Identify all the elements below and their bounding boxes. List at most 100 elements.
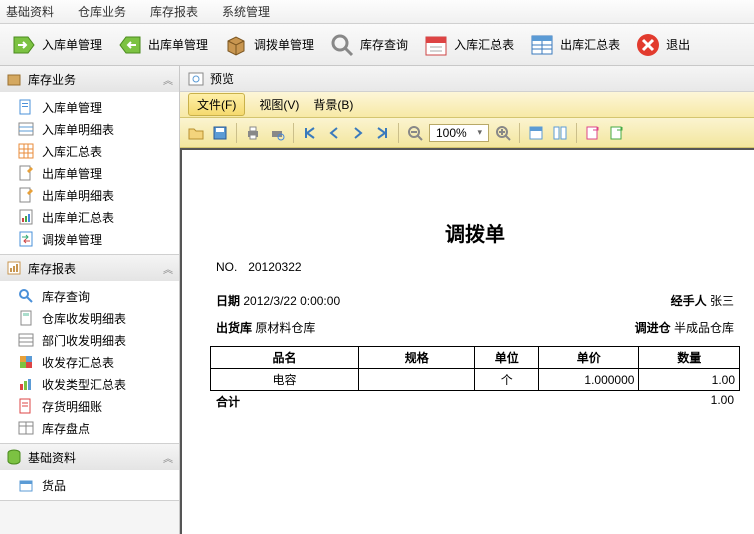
panel-header-basic[interactable]: 基础资料 ︽ bbox=[0, 444, 179, 470]
first-page-button[interactable] bbox=[300, 123, 320, 143]
print-preview-button[interactable] bbox=[267, 123, 287, 143]
layout-button[interactable] bbox=[526, 123, 546, 143]
zoom-in-button[interactable] bbox=[493, 123, 513, 143]
th: 规格 bbox=[359, 347, 475, 369]
preview-toolbar: 100%▾ bbox=[180, 118, 754, 148]
doc-edit-icon bbox=[18, 165, 34, 181]
doc-edit-icon bbox=[18, 187, 34, 203]
label: 调拨单管理 bbox=[254, 36, 314, 53]
panel-header-reports[interactable]: 库存报表 ︽ bbox=[0, 255, 179, 281]
menu-view[interactable]: 视图(V) bbox=[259, 96, 299, 113]
columns-button[interactable] bbox=[550, 123, 570, 143]
last-page-button[interactable] bbox=[372, 123, 392, 143]
menu-file[interactable]: 文件(F) bbox=[188, 93, 245, 116]
save-button[interactable] bbox=[210, 123, 230, 143]
preview-tab[interactable]: 预览 bbox=[180, 66, 754, 92]
report-icon bbox=[6, 260, 22, 276]
doc-table: 品名 规格 单位 单价 数量 电容 个 1.000000 1.00 bbox=[210, 346, 740, 391]
menu-item[interactable]: 基础资料 bbox=[6, 3, 54, 20]
doc-title: 调拨单 bbox=[210, 218, 740, 247]
query-button[interactable]: 库存查询 bbox=[322, 27, 414, 63]
label: 库存盘点 bbox=[42, 420, 90, 437]
zoom-select[interactable]: 100%▾ bbox=[429, 124, 489, 142]
label: 退出 bbox=[666, 36, 690, 53]
inbound-button[interactable]: 入库单管理 bbox=[4, 27, 108, 63]
label: 库存报表 bbox=[28, 260, 76, 277]
doc-number: NO. 20120322 bbox=[210, 259, 740, 274]
open-button[interactable] bbox=[186, 123, 206, 143]
outbound-summary-button[interactable]: 出库汇总表 bbox=[522, 27, 626, 63]
label: 部门收发明细表 bbox=[42, 332, 126, 349]
sidebar-item[interactable]: 入库单明细表 bbox=[0, 118, 179, 140]
menu-item[interactable]: 仓库业务 bbox=[78, 3, 126, 20]
sidebar-item[interactable]: 部门收发明细表 bbox=[0, 329, 179, 351]
sidebar-item[interactable]: 出库单明细表 bbox=[0, 184, 179, 206]
sheet-icon bbox=[18, 209, 34, 225]
panel-header-warehouse[interactable]: 库存业务 ︽ bbox=[0, 66, 179, 92]
th: 品名 bbox=[211, 347, 359, 369]
total-row: 合计 1.00 bbox=[210, 391, 740, 412]
inbound-icon bbox=[10, 31, 38, 59]
transfer-icon bbox=[18, 231, 34, 247]
label: 收发类型汇总表 bbox=[42, 376, 126, 393]
document-viewport[interactable]: 调拨单 NO. 20120322 日期 2012/3/22 0:00:00 经手… bbox=[180, 148, 754, 534]
package-icon bbox=[6, 71, 22, 87]
list-icon bbox=[18, 121, 34, 137]
search-icon bbox=[328, 31, 356, 59]
list-icon bbox=[18, 332, 34, 348]
sidebar-item[interactable]: 入库汇总表 bbox=[0, 140, 179, 162]
box-icon bbox=[222, 31, 250, 59]
goods-icon bbox=[18, 477, 34, 493]
outbound-button[interactable]: 出库单管理 bbox=[110, 27, 214, 63]
label: 收发存汇总表 bbox=[42, 354, 114, 371]
transfer-button[interactable]: 调拨单管理 bbox=[216, 27, 320, 63]
main-toolbar: 入库单管理 出库单管理 调拨单管理 库存查询 入库汇总表 出库汇总表 退出 bbox=[0, 24, 754, 66]
label: 库存查询 bbox=[42, 288, 90, 305]
th: 数量 bbox=[639, 347, 740, 369]
menu-item[interactable]: 系统管理 bbox=[222, 3, 270, 20]
label: 出库单管理 bbox=[42, 165, 102, 182]
label: 入库汇总表 bbox=[454, 36, 514, 53]
exit-button[interactable]: 退出 bbox=[628, 27, 696, 63]
chart-icon bbox=[18, 354, 34, 370]
label: 货品 bbox=[42, 477, 66, 494]
sidebar-item[interactable]: 收发存汇总表 bbox=[0, 351, 179, 373]
menu-background[interactable]: 背景(B) bbox=[313, 96, 353, 113]
doc-icon bbox=[18, 99, 34, 115]
sidebar: 库存业务 ︽ 入库单管理 入库单明细表 入库汇总表 出库单管理 出库单明细表 出… bbox=[0, 66, 180, 534]
label: 存货明细账 bbox=[42, 398, 102, 415]
label: 库存查询 bbox=[360, 36, 408, 53]
next-page-button[interactable] bbox=[348, 123, 368, 143]
zoom-out-button[interactable] bbox=[405, 123, 425, 143]
print-button[interactable] bbox=[243, 123, 263, 143]
outbound-icon bbox=[116, 31, 144, 59]
sidebar-item[interactable]: 收发类型汇总表 bbox=[0, 373, 179, 395]
sidebar-item[interactable]: 库存盘点 bbox=[0, 417, 179, 439]
table-icon bbox=[528, 31, 556, 59]
label: 仓库收发明细表 bbox=[42, 310, 126, 327]
sidebar-item[interactable]: 仓库收发明细表 bbox=[0, 307, 179, 329]
label: 出库单管理 bbox=[148, 36, 208, 53]
data-icon bbox=[6, 449, 22, 465]
export-button[interactable] bbox=[583, 123, 603, 143]
sidebar-item[interactable]: 出库单汇总表 bbox=[0, 206, 179, 228]
sidebar-item[interactable]: 货品 bbox=[0, 474, 179, 496]
sidebar-item[interactable]: 库存查询 bbox=[0, 285, 179, 307]
sidebar-item[interactable]: 出库单管理 bbox=[0, 162, 179, 184]
menu-item[interactable]: 库存报表 bbox=[150, 3, 198, 20]
sidebar-item[interactable]: 调拨单管理 bbox=[0, 228, 179, 250]
menubar: 基础资料 仓库业务 库存报表 系统管理 bbox=[0, 0, 754, 24]
chart-icon bbox=[18, 376, 34, 392]
sidebar-item[interactable]: 存货明细账 bbox=[0, 395, 179, 417]
label: 出库单汇总表 bbox=[42, 209, 114, 226]
send-button[interactable] bbox=[607, 123, 627, 143]
label: 基础资料 bbox=[28, 449, 76, 466]
sidebar-item[interactable]: 入库单管理 bbox=[0, 96, 179, 118]
th: 单位 bbox=[475, 347, 538, 369]
check-icon bbox=[18, 420, 34, 436]
search-icon bbox=[18, 288, 34, 304]
label: 库存业务 bbox=[28, 71, 76, 88]
inbound-summary-button[interactable]: 入库汇总表 bbox=[416, 27, 520, 63]
prev-page-button[interactable] bbox=[324, 123, 344, 143]
document-page: 调拨单 NO. 20120322 日期 2012/3/22 0:00:00 经手… bbox=[180, 148, 754, 534]
